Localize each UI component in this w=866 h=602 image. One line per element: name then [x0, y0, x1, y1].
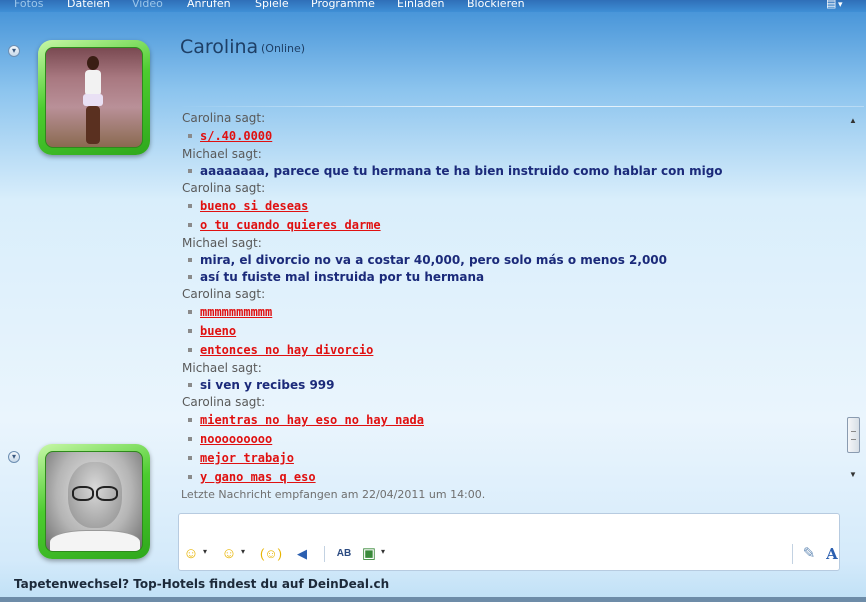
message-text: y gano mas q eso: [200, 470, 316, 484]
menu-bar: Fotos Dateien Video Anrufen Spiele Progr…: [0, 0, 866, 12]
voice-clip-icon[interactable]: ◀: [292, 544, 312, 564]
message-speaker: Carolina sagt:: [182, 181, 266, 195]
message-text: mientras no hay eso no hay nada: [200, 413, 424, 427]
bullet-icon: [188, 169, 192, 173]
message-speaker: Michael sagt:: [182, 147, 262, 161]
emoticon-icon[interactable]: ☺: [182, 544, 200, 564]
message-line: mmmmmmmmmm: [182, 303, 842, 322]
bullet-icon: [188, 348, 192, 352]
message-line: aaaaaaaa, parece que tu hermana te ha bi…: [182, 163, 842, 180]
bullet-icon: [188, 383, 192, 387]
background-icon[interactable]: ▣: [360, 544, 378, 564]
menu-item-video[interactable]: Video: [132, 0, 163, 10]
message-line: nooooooooo: [182, 430, 842, 449]
message-line: bueno: [182, 322, 842, 341]
menu-item-fotos[interactable]: Fotos: [14, 0, 43, 10]
background-dropdown-icon[interactable]: ▾: [381, 547, 385, 556]
message-text: aaaaaaaa, parece que tu hermana te ha bi…: [200, 164, 723, 178]
input-toolbar: ☺ ▾ ☺ ▾ (☺) ◀ AB ▣ ▾ ✎ A: [178, 540, 842, 568]
bullet-icon: [188, 258, 192, 262]
message-line: mientras no hay eso no hay nada: [182, 411, 842, 430]
message-line: mejor trabajo: [182, 449, 842, 468]
message-line: s/.40.0000: [182, 127, 842, 146]
contact-avatar[interactable]: [38, 40, 150, 155]
bullet-icon: [188, 134, 192, 138]
message-text: bueno: [200, 324, 237, 338]
bullet-icon: [188, 437, 192, 441]
message-line: así tu fuiste mal instruida por tu herma…: [182, 269, 842, 286]
scroll-thumb[interactable]: [847, 417, 860, 453]
contact-status: (Online): [261, 42, 306, 55]
message-speaker: Michael sagt:: [182, 236, 262, 250]
message-text: entonces no hay divorcio: [200, 343, 374, 357]
bullet-icon: [188, 275, 192, 279]
collapse-own-avatar-icon[interactable]: ▾: [8, 451, 20, 463]
last-message-info: Letzte Nachricht empfangen am 22/04/2011…: [181, 488, 486, 501]
conversation-history[interactable]: Carolina sagt: s/.40.0000 Michael sagt: aaa…: [176, 112, 843, 486]
conversation-scrollbar[interactable]: ▲ ▼: [845, 112, 862, 486]
message-line: bueno si deseas: [182, 197, 842, 216]
font-icon[interactable]: A: [824, 544, 840, 564]
menu-options-icon[interactable]: ▤: [826, 0, 843, 10]
contact-name: Carolina: [180, 36, 259, 58]
message-list: Carolina sagt: s/.40.0000 Michael sagt: aaa…: [182, 112, 842, 486]
message-line: y gano mas q eso: [182, 468, 842, 486]
bullet-icon: [188, 204, 192, 208]
message-text: s/.40.0000: [200, 129, 273, 143]
toolbar-separator: [324, 546, 325, 562]
emoticon-dropdown-icon[interactable]: ▾: [203, 547, 207, 556]
message-line: mira, el divorcio no va a costar 40,000,…: [182, 252, 842, 269]
menu-item-dateien[interactable]: Dateien: [67, 0, 110, 10]
message-text: nooooooooo: [200, 432, 273, 446]
bullet-icon: [188, 475, 192, 479]
toolbar-separator: [792, 544, 793, 564]
message-speaker: Carolina sagt:: [182, 112, 266, 125]
header-divider: [178, 106, 864, 107]
window-bottom-edge: [0, 597, 866, 602]
message-text: mejor trabajo: [200, 451, 294, 465]
message-speaker: Carolina sagt:: [182, 287, 266, 301]
message-line: entonces no hay divorcio: [182, 341, 842, 360]
message-text: así tu fuiste mal instruida por tu herma…: [200, 270, 485, 284]
own-avatar[interactable]: [38, 444, 150, 559]
bullet-icon: [188, 310, 192, 314]
bullet-icon: [188, 329, 192, 333]
handwriting-pen-icon[interactable]: ✎: [800, 544, 818, 564]
collapse-remote-avatar-icon[interactable]: ▾: [8, 45, 20, 57]
menu-item-programme[interactable]: Programme: [311, 0, 375, 10]
message-text: mmmmmmmmmm: [200, 305, 273, 319]
bullet-icon: [188, 223, 192, 227]
menu-item-spiele[interactable]: Spiele: [255, 0, 289, 10]
nudge-icon[interactable]: (☺): [258, 544, 284, 564]
message-text: mira, el divorcio no va a costar 40,000,…: [200, 253, 667, 267]
contact-photo: [45, 47, 143, 148]
message-speaker: Carolina sagt:: [182, 395, 266, 409]
person-figure: [80, 56, 106, 144]
message-line: o tu cuando quieres darme: [182, 216, 842, 235]
menu-item-anrufen[interactable]: Anrufen: [187, 0, 231, 10]
menu-item-einladen[interactable]: Einladen: [397, 0, 445, 10]
bullet-icon: [188, 456, 192, 460]
bullet-icon: [188, 418, 192, 422]
message-line: si ven y recibes 999: [182, 377, 842, 394]
spell-check-icon[interactable]: AB: [334, 544, 354, 564]
message-speaker: Michael sagt:: [182, 361, 262, 375]
message-text: o tu cuando quieres darme: [200, 218, 381, 232]
scroll-down-icon[interactable]: ▼: [848, 470, 858, 480]
menu-item-blockieren[interactable]: Blockieren: [467, 0, 525, 10]
message-text: bueno si deseas: [200, 199, 309, 213]
own-photo: [45, 451, 143, 552]
scroll-up-icon[interactable]: ▲: [848, 116, 858, 126]
ad-banner-link[interactable]: Tapetenwechsel? Top-Hotels findest du au…: [14, 577, 389, 591]
wink-icon[interactable]: ☺: [220, 544, 238, 564]
message-text: si ven y recibes 999: [200, 378, 335, 392]
wink-dropdown-icon[interactable]: ▾: [241, 547, 245, 556]
